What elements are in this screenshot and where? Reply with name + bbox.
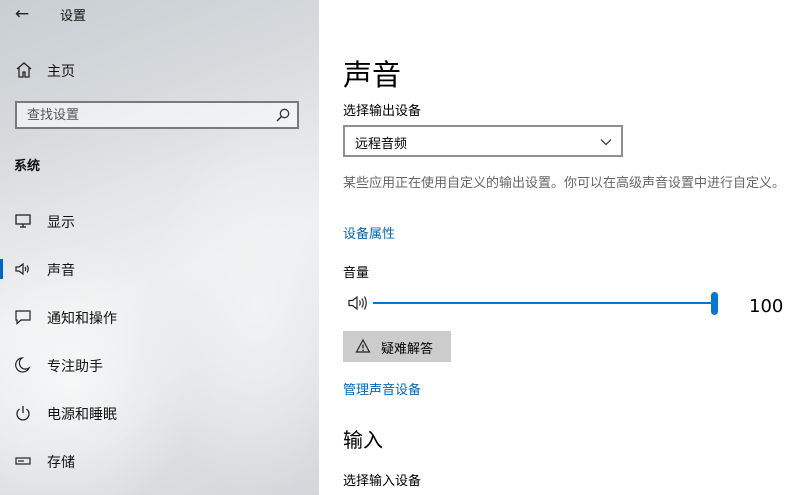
sidebar-item-label: 电源和睡眠 [47, 407, 117, 423]
page-title: 声音 [343, 58, 402, 92]
sidebar-item-home[interactable]: 主页 [0, 56, 319, 84]
input-device-label: 选择输入设备 [343, 474, 422, 489]
volume-label: 音量 [343, 266, 370, 281]
output-description: 某些应用正在使用自定义的输出设置。你可以在高级声音设置中进行自定义。 [343, 176, 786, 191]
volume-value: 100 [749, 296, 784, 317]
sidebar-item-label: 专注助手 [47, 359, 103, 375]
output-device-label: 选择输出设备 [343, 104, 422, 119]
volume-slider-thumb[interactable] [711, 292, 718, 315]
notification-icon [15, 310, 31, 325]
home-icon [16, 62, 32, 78]
search-input[interactable] [17, 103, 257, 127]
power-icon [16, 406, 30, 421]
sidebar-item-sound[interactable]: 声音 [0, 254, 319, 284]
storage-icon [15, 457, 31, 465]
sidebar-item-power[interactable]: 电源和睡眠 [0, 398, 319, 428]
window-title: 设置 [60, 9, 87, 24]
sidebar-item-focus-assist[interactable]: 专注助手 [0, 350, 319, 380]
sidebar-item-label: 声音 [47, 263, 75, 279]
troubleshoot-button[interactable]: 疑难解答 [343, 331, 451, 362]
chevron-down-icon [600, 139, 612, 146]
output-device-value: 远程音频 [355, 137, 408, 152]
selection-indicator [0, 259, 3, 279]
manage-sound-devices-link[interactable]: 管理声音设备 [343, 379, 421, 398]
troubleshoot-label: 疑难解答 [381, 342, 434, 357]
sidebar: ← 设置 主页 系统 显示 声音 [0, 0, 319, 495]
sidebar-item-display[interactable]: 显示 [0, 206, 319, 236]
main-content: 声音 选择输出设备 远程音频 某些应用正在使用自定义的输出设置。你可以在高级声音… [319, 0, 800, 495]
device-properties-link[interactable]: 设备属性 [343, 223, 395, 242]
speaker-icon [15, 262, 29, 276]
sidebar-item-notifications[interactable]: 通知和操作 [0, 302, 319, 332]
moon-icon [15, 357, 31, 373]
back-arrow-icon[interactable]: ← [9, 3, 35, 25]
sidebar-item-label: 通知和操作 [47, 311, 117, 327]
monitor-icon [15, 214, 31, 228]
home-label: 主页 [47, 64, 75, 80]
search-icon[interactable] [275, 107, 291, 123]
sidebar-item-storage[interactable]: 存储 [0, 446, 319, 476]
output-device-dropdown[interactable]: 远程音频 [343, 125, 623, 157]
warning-icon [355, 338, 371, 353]
volume-slider-track[interactable] [373, 302, 716, 304]
volume-speaker-icon[interactable] [347, 293, 369, 313]
section-title-system: 系统 [14, 159, 41, 174]
input-section-title: 输入 [343, 428, 383, 452]
search-box[interactable] [15, 101, 299, 129]
sidebar-item-label: 显示 [47, 215, 75, 231]
volume-slider[interactable] [373, 288, 719, 318]
sidebar-item-label: 存储 [47, 455, 75, 471]
